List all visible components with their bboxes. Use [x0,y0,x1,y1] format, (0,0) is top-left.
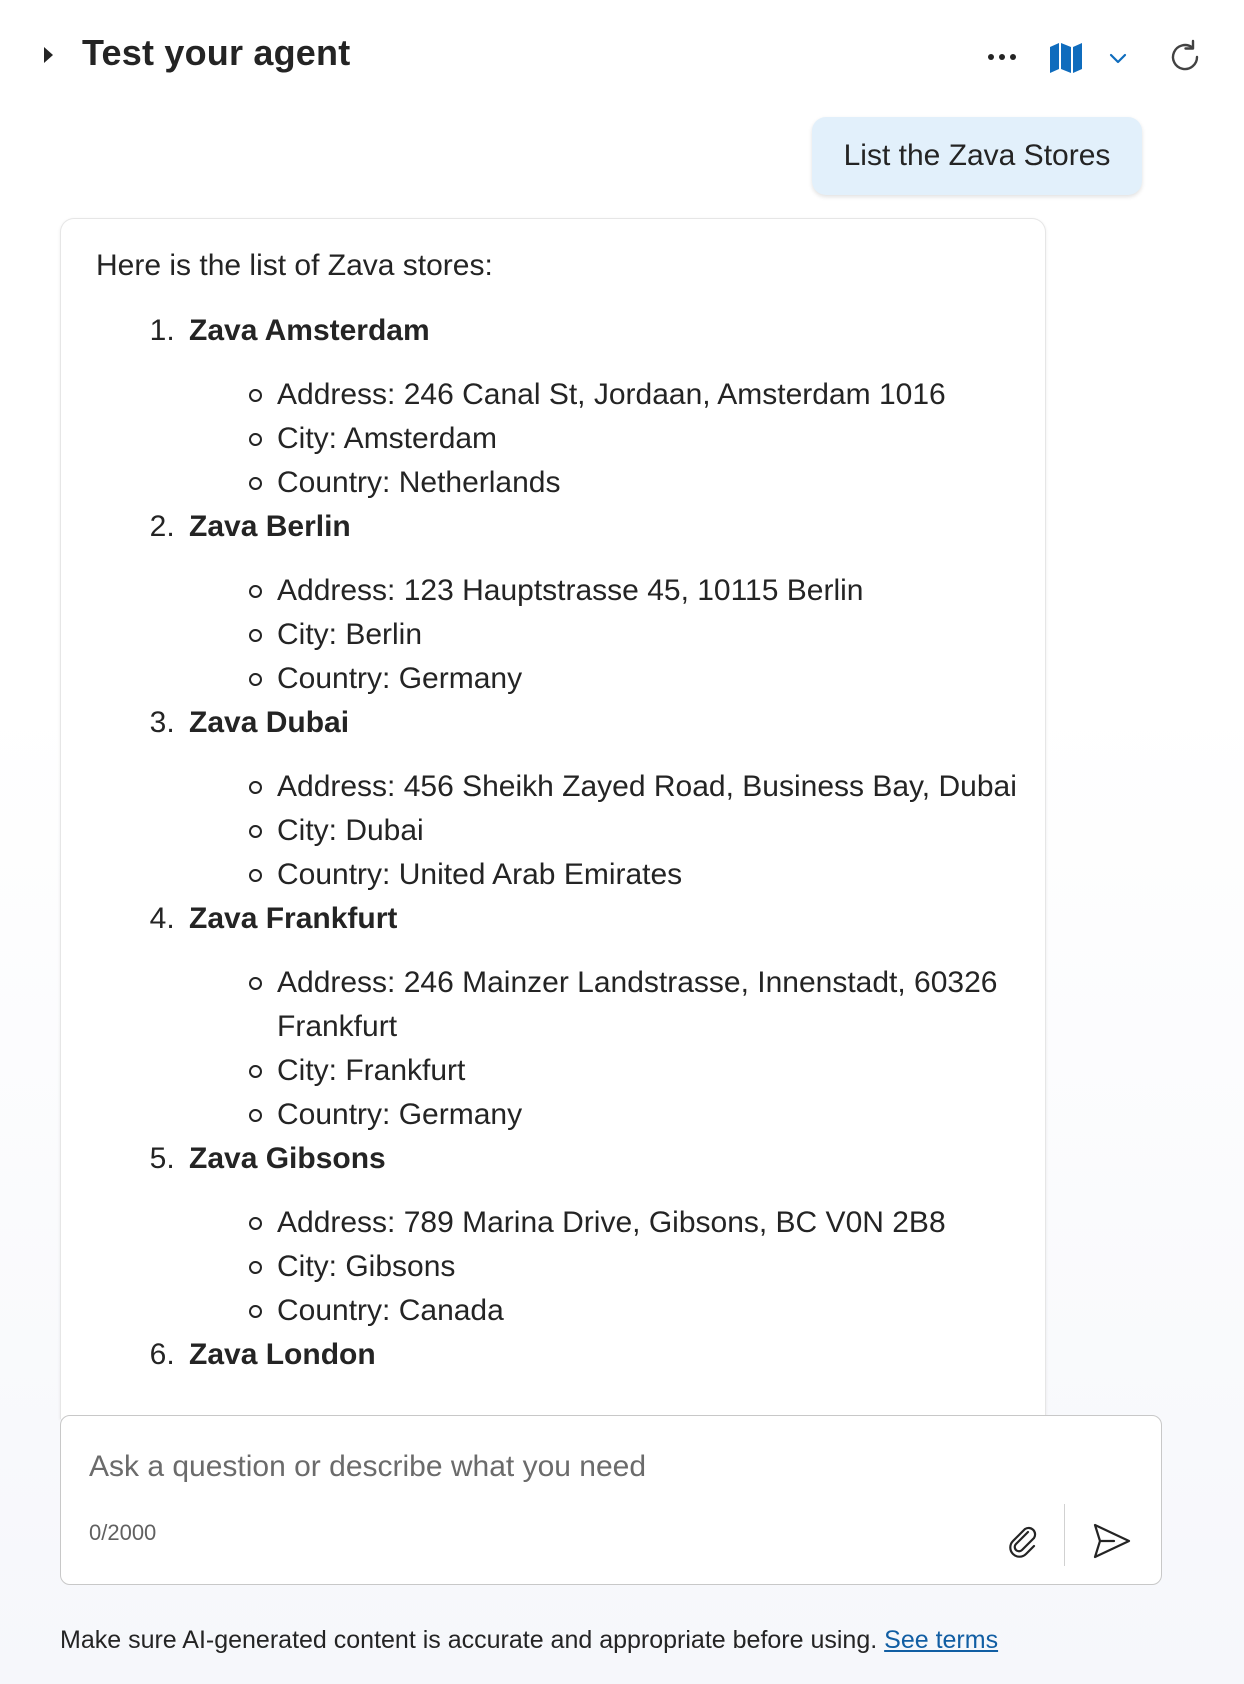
store-name: Zava Berlin [189,510,351,543]
chat-header: Test your agent [0,0,1244,115]
attach-icon [1009,1526,1037,1558]
store-item: Zava Gibsons Address: 789 Marina Drive, G… [183,1137,1043,1333]
store-details: Address: 789 Marina Drive, Gibsons, BC V… [189,1201,1043,1333]
bot-intro-text: Here is the list of Zava stores: [96,249,493,282]
store-item: Zava Berlin Address: 123 Hauptstrasse 45,… [183,505,1043,701]
send-icon [1093,1523,1131,1559]
map-dropdown-button[interactable] [1102,42,1134,74]
store-item: Zava London [183,1333,1043,1377]
store-detail-item: City: Frankfurt [249,1049,1043,1093]
store-detail-item: Address: 123 Hauptstrasse 45, 10115 Berl… [249,569,1043,613]
see-terms-link[interactable]: See terms [884,1626,998,1654]
refresh-icon [1171,39,1199,71]
store-name: Zava Gibsons [189,1142,386,1175]
store-item: Zava Frankfurt Address: 246 Mainzer Lands… [183,897,1043,1137]
user-message-bubble: List the Zava Stores [812,117,1142,195]
store-item: Zava Amsterdam Address: 246 Canal St, Jor… [183,309,1043,505]
collapse-caret-icon[interactable] [44,47,53,63]
store-details: Address: 123 Hauptstrasse 45, 10115 Berl… [189,569,1043,701]
store-detail-item: Country: Germany [249,657,1043,701]
bot-message-card: Here is the list of Zava stores: Zava Am… [60,218,1046,1419]
store-name: Zava London [189,1338,376,1371]
more-horizontal-icon [988,54,1016,60]
store-name: Zava Amsterdam [189,314,430,347]
store-detail-item: Country: Germany [249,1093,1043,1137]
more-options-button[interactable] [982,38,1022,76]
store-detail-item: Country: United Arab Emirates [249,853,1043,897]
send-button[interactable] [1085,1514,1139,1568]
map-icon [1050,43,1082,73]
chevron-down-icon [1109,53,1127,64]
store-detail-item: City: Amsterdam [249,417,1043,461]
store-name: Zava Frankfurt [189,902,398,935]
refresh-button[interactable] [1162,34,1208,80]
store-detail-item: City: Berlin [249,613,1043,657]
store-detail-item: Country: Netherlands [249,461,1043,505]
page-title: Test your agent [82,32,351,73]
store-details: Address: 456 Sheikh Zayed Road, Business… [189,765,1043,897]
store-detail-item: Address: 246 Canal St, Jordaan, Amsterda… [249,373,1043,417]
store-item: Zava Dubai Address: 456 Sheikh Zayed Road… [183,701,1043,897]
store-detail-item: Country: Canada [249,1289,1043,1333]
character-counter: 0/2000 [89,1520,157,1545]
store-detail-item: Address: 246 Mainzer Landstrasse, Innens… [249,961,1043,1049]
store-detail-item: City: Dubai [249,809,1043,853]
map-button[interactable] [1044,36,1088,80]
store-detail-item: City: Gibsons [249,1245,1043,1289]
store-detail-item: Address: 456 Sheikh Zayed Road, Business… [249,765,1043,809]
message-input[interactable] [87,1444,991,1490]
message-composer: 0/2000 [60,1415,1162,1585]
store-details: Address: 246 Mainzer Landstrasse, Innens… [189,961,1043,1137]
user-message-text: List the Zava Stores [843,139,1111,172]
disclaimer-text: Make sure AI-generated content is accura… [60,1626,878,1654]
store-name: Zava Dubai [189,706,350,739]
ai-disclaimer: Make sure AI-generated content is accura… [60,1626,998,1655]
store-detail-item: Address: 789 Marina Drive, Gibsons, BC V… [249,1201,1043,1245]
attach-button[interactable] [999,1516,1049,1566]
store-list: Zava Amsterdam Address: 246 Canal St, Jor… [61,309,1043,1377]
store-details: Address: 246 Canal St, Jordaan, Amsterda… [189,373,1043,505]
composer-divider [1064,1504,1065,1566]
